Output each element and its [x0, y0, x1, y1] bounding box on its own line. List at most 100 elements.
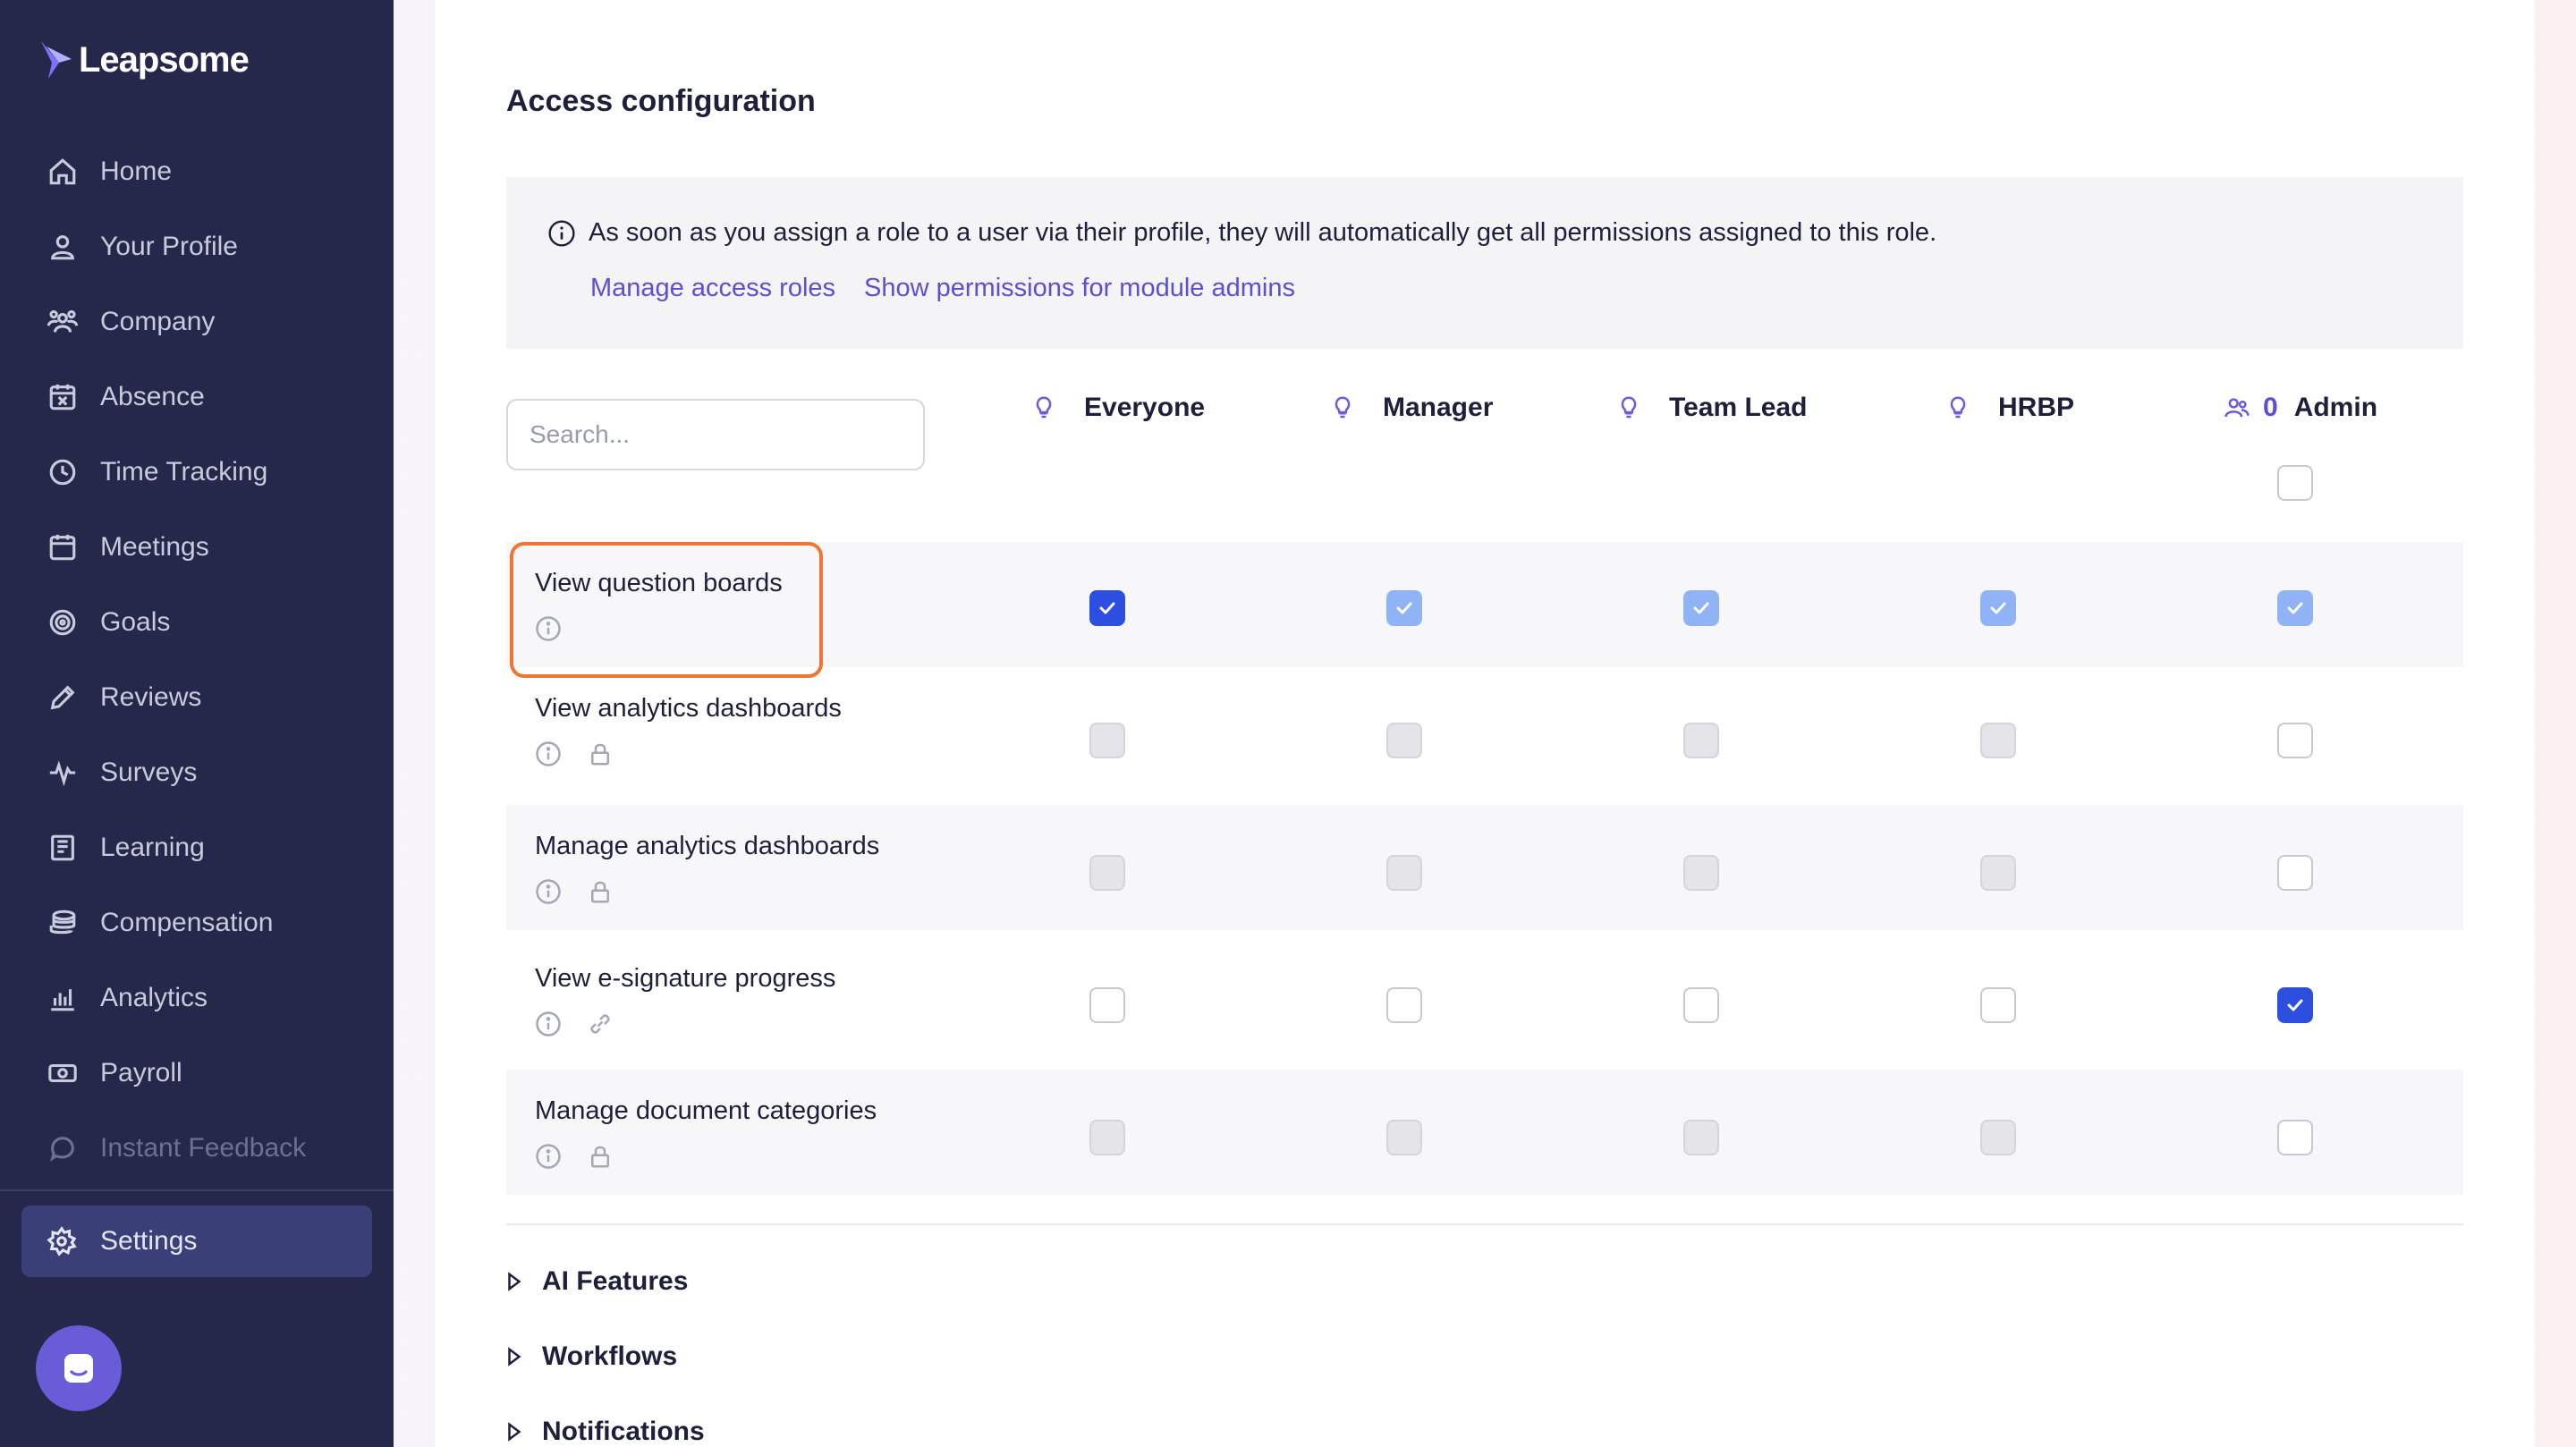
permission-label: Manage analytics dashboards — [535, 832, 880, 860]
caret-right-icon — [508, 1347, 521, 1367]
lock-icon — [591, 881, 609, 903]
checkmark-icon — [1693, 602, 1709, 614]
permission-checkbox — [1386, 1120, 1422, 1155]
calendar-icon — [47, 531, 79, 563]
info-links: Manage access roles Show permissions for… — [590, 274, 1324, 303]
column-label: HRBP — [1998, 393, 2075, 422]
section-label: Notifications — [542, 1417, 705, 1446]
sidebar-item-label: Settings — [100, 1226, 198, 1256]
sidebar-item-surveys[interactable]: Surveys — [0, 735, 394, 810]
sidebar-item-label: Learning — [100, 833, 205, 862]
permission-checkbox[interactable] — [2277, 723, 2313, 758]
admin-count: 0 — [2263, 393, 2278, 422]
sidebar-item-company[interactable]: Company — [0, 284, 394, 360]
users-icon — [2224, 398, 2250, 418]
permission-checkbox — [1980, 590, 2016, 626]
sidebar-item-label: Surveys — [100, 757, 198, 787]
lock-icon — [591, 743, 609, 766]
checkmark-icon — [2287, 999, 2303, 1011]
permission-checkbox — [1386, 590, 1422, 626]
checkmark-icon — [2287, 602, 2303, 614]
column-header-team-lead[interactable]: Team Lead — [1615, 390, 1808, 426]
section-separator — [506, 1223, 2463, 1225]
pulse-icon — [47, 757, 79, 789]
sidebar-item-goals[interactable]: Goals — [0, 585, 394, 660]
column-header-manager[interactable]: Manager — [1329, 390, 1493, 426]
sidebar-item-meetings[interactable]: Meetings — [0, 510, 394, 585]
info-icon[interactable] — [535, 1011, 562, 1037]
permission-checkbox — [1386, 723, 1422, 758]
permission-checkbox — [1980, 723, 2016, 758]
support-chat-button[interactable] — [36, 1325, 122, 1411]
permission-checkbox — [1089, 1120, 1125, 1155]
sidebar-item-instant-feedback[interactable]: Instant Feedback — [0, 1111, 394, 1186]
sidebar: Leapsome Home Your Profile Company Absen… — [0, 0, 394, 1447]
column-label: Team Lead — [1669, 393, 1808, 422]
sidebar-item-analytics[interactable]: Analytics — [0, 960, 394, 1036]
sidebar-item-reviews[interactable]: Reviews — [0, 660, 394, 735]
info-icon[interactable] — [535, 878, 562, 905]
permission-checkbox — [1683, 723, 1719, 758]
permission-checkbox[interactable] — [1089, 987, 1125, 1023]
section-label: AI Features — [542, 1266, 689, 1296]
sidebar-item-home[interactable]: Home — [0, 134, 394, 209]
sidebar-item-compensation[interactable]: Compensation — [0, 885, 394, 960]
permission-checkbox[interactable] — [2277, 855, 2313, 891]
permission-checkbox[interactable] — [2277, 987, 2313, 1023]
target-icon — [47, 606, 79, 639]
clock-icon — [47, 456, 79, 488]
info-icon[interactable] — [535, 740, 562, 767]
info-icon[interactable] — [535, 1143, 562, 1170]
section-notifications[interactable]: Notifications — [506, 1417, 705, 1447]
book-icon — [47, 832, 79, 864]
sidebar-item-label: Goals — [100, 607, 171, 637]
column-header-hrbp[interactable]: HRBP — [1945, 390, 2074, 426]
sidebar-item-label: Absence — [100, 382, 205, 411]
section-workflows[interactable]: Workflows — [506, 1341, 677, 1372]
info-icon — [548, 219, 575, 247]
home-icon — [47, 156, 79, 188]
info-box — [506, 177, 2463, 349]
permission-checkbox — [1980, 1120, 2016, 1155]
permission-checkbox[interactable] — [2277, 1120, 2313, 1155]
section-ai-features[interactable]: AI Features — [506, 1266, 688, 1297]
sidebar-item-learning[interactable]: Learning — [0, 810, 394, 885]
admin-select-all-checkbox[interactable] — [2277, 465, 2313, 501]
sidebar-item-label: Instant Feedback — [100, 1133, 307, 1163]
sidebar-item-your-profile[interactable]: Your Profile — [0, 209, 394, 284]
permission-checkbox[interactable] — [1089, 590, 1125, 626]
logo[interactable]: Leapsome — [38, 39, 250, 80]
pencil-icon — [47, 681, 79, 714]
sidebar-nav: Home Your Profile Company Absence Time T… — [0, 134, 394, 1186]
column-header-admin[interactable]: 0 Admin — [2224, 390, 2377, 426]
chat-icon — [47, 1132, 79, 1164]
manage-access-roles-link[interactable]: Manage access roles — [590, 274, 835, 303]
lightbulb-icon — [1036, 396, 1052, 419]
permission-icons — [535, 1143, 639, 1170]
sidebar-item-absence[interactable]: Absence — [0, 360, 394, 435]
permission-checkbox — [1386, 855, 1422, 891]
lightbulb-icon — [1335, 396, 1351, 419]
sidebar-item-label: Meetings — [100, 532, 209, 562]
section-label: Workflows — [542, 1341, 678, 1371]
lock-icon — [591, 1146, 609, 1168]
sidebar-item-settings[interactable]: Settings — [21, 1206, 372, 1277]
lightbulb-icon — [1950, 396, 1966, 419]
sidebar-item-label: Analytics — [100, 983, 208, 1012]
column-header-everyone[interactable]: Everyone — [1030, 390, 1205, 426]
permission-label: View e-signature progress — [535, 964, 836, 993]
permission-checkbox[interactable] — [1683, 987, 1719, 1023]
info-text: As soon as you assign a role to a user v… — [589, 218, 1937, 247]
permission-checkbox[interactable] — [1386, 987, 1422, 1023]
permission-checkbox[interactable] — [1980, 987, 2016, 1023]
permission-checkbox — [1089, 723, 1125, 758]
sidebar-item-label: Home — [100, 157, 173, 186]
gear-icon — [47, 1225, 79, 1257]
search-input[interactable] — [506, 399, 925, 470]
highlight-annotation — [510, 542, 823, 678]
show-permissions-link[interactable]: Show permissions for module admins — [864, 274, 1295, 303]
sidebar-item-time-tracking[interactable]: Time Tracking — [0, 435, 394, 510]
sidebar-item-label: Compensation — [100, 908, 274, 937]
sidebar-item-payroll[interactable]: Payroll — [0, 1036, 394, 1111]
info-message: As soon as you assign a role to a user v… — [547, 218, 1936, 248]
